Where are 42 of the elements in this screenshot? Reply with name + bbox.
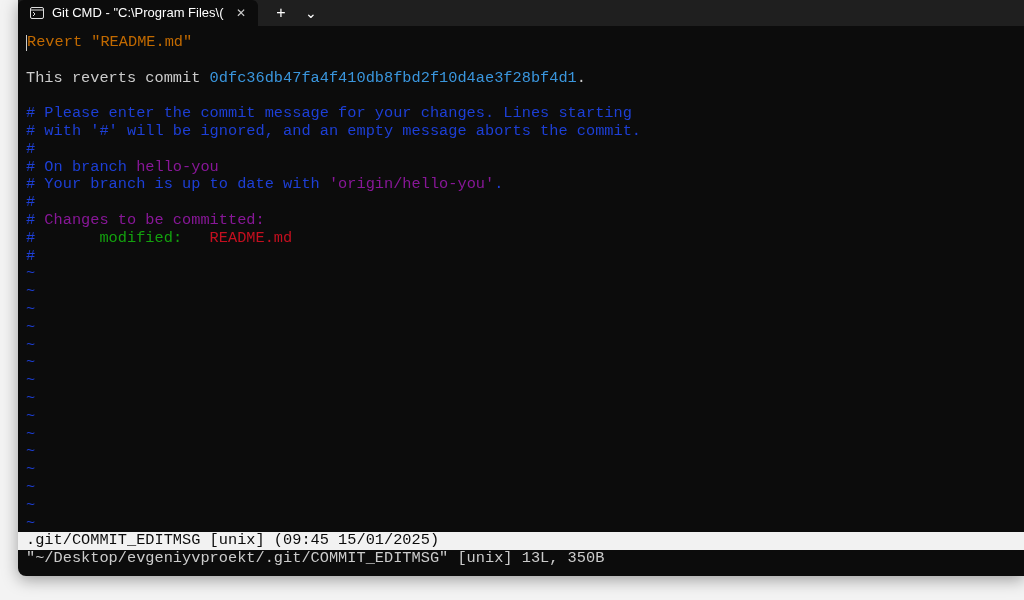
tab-menu-button[interactable]: ⌄ — [296, 0, 326, 26]
command-message: "~/Desktop/evgeniyvproekt/.git/COMMIT_EDITMSG" [unix] 13L, 350B — [26, 550, 606, 568]
new-tab-button[interactable]: + — [266, 0, 296, 26]
commit-text: This reverts commit — [26, 69, 202, 88]
tab-title: Git CMD - "C:\Program Files\( — [52, 4, 224, 23]
comment-text: # — [26, 229, 36, 248]
comment-text: # — [26, 140, 36, 159]
branch-text: 'origin/hello-you' — [328, 176, 495, 195]
comment-text: ~ — [26, 318, 36, 337]
comment-text: ~ — [26, 514, 36, 533]
commit-text: . — [576, 69, 586, 88]
comment-text: ~ — [26, 300, 36, 319]
branch-text: Changes to be committed: — [44, 211, 265, 230]
close-button[interactable]: ✕ — [236, 4, 246, 22]
comment-text: # — [26, 211, 37, 230]
text-cursor — [26, 34, 27, 51]
comment-text: ~ — [26, 372, 36, 390]
file-name: README.md — [208, 229, 293, 248]
comment-text: . — [494, 176, 504, 195]
comment-text: # — [26, 247, 36, 266]
comment-text: ~ — [26, 478, 36, 497]
comment-text: ~ — [26, 283, 36, 301]
commit-title: Revert "README.md" — [27, 34, 193, 52]
comment-text: ~ — [26, 407, 36, 426]
comment-text: ~ — [26, 265, 36, 284]
comment-text: # On branch — [26, 158, 128, 177]
comment-text: # Please enter the commit message for your changes. Lines starting — [26, 105, 632, 123]
status-label: modified: — [98, 229, 183, 248]
comment-text: # Your branch is up to date with — [26, 176, 321, 195]
terminal-tab[interactable]: Git CMD - "C:\Program Files\( ✕ — [18, 0, 258, 26]
comment-text: ~ — [26, 496, 36, 515]
comment-text: ~ — [26, 336, 36, 355]
comment-text: # — [26, 194, 36, 212]
comment-text: ~ — [26, 354, 36, 373]
terminal-icon — [30, 7, 44, 19]
comment-text: ~ — [26, 425, 36, 444]
comment-text: # with '#' will be ignored, and an empty message aborts the commit. — [26, 123, 642, 141]
comment-text: ~ — [26, 461, 36, 479]
branch-text: hello-you — [136, 158, 219, 177]
comment-text: ~ — [26, 443, 36, 462]
commit-hash: 0dfc36db47fa4f410db8fbd2f10d4ae3f28bf4d1 — [209, 69, 577, 88]
comment-text: ~ — [26, 389, 36, 408]
